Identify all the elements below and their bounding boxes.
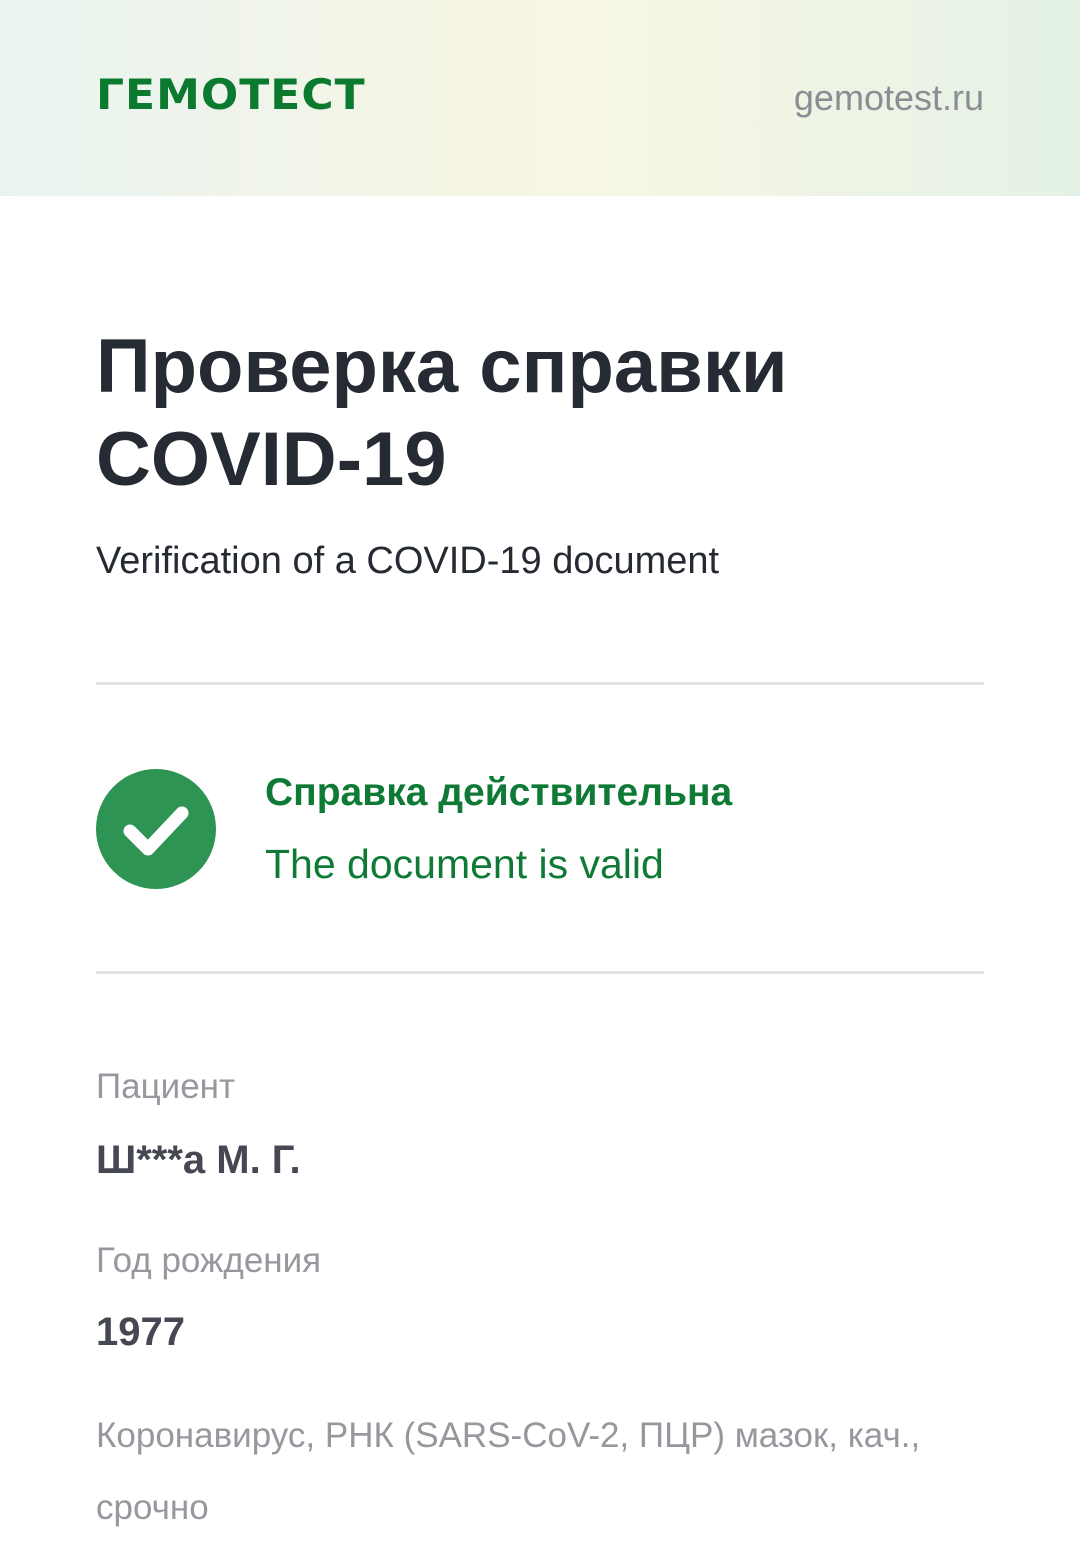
check-circle-icon [96,769,216,889]
page-subtitle: Verification of a COVID-19 document [96,540,720,582]
status-subtitle: The document is valid [265,841,664,887]
divider [96,971,984,974]
brand-logo[interactable]: ГЕМОТЕСТ [96,72,366,120]
site-link[interactable]: gemotest.ru [794,78,984,118]
header: ГЕМОТЕСТ gemotest.ru [0,0,1080,196]
birth-year-value: 1977 [96,1310,185,1354]
patient-name: Ш***а М. Г. [96,1138,301,1182]
test-name: Коронавирус, РНК (SARS-CoV-2, ПЦР) мазок… [96,1416,921,1527]
patient-label: Пациент [96,1067,236,1106]
birth-year-label: Год рождения [96,1241,322,1280]
status-title: Справка действительна [265,771,733,814]
page-title: Проверка справки COVID-19 [96,324,788,502]
divider [96,682,984,685]
